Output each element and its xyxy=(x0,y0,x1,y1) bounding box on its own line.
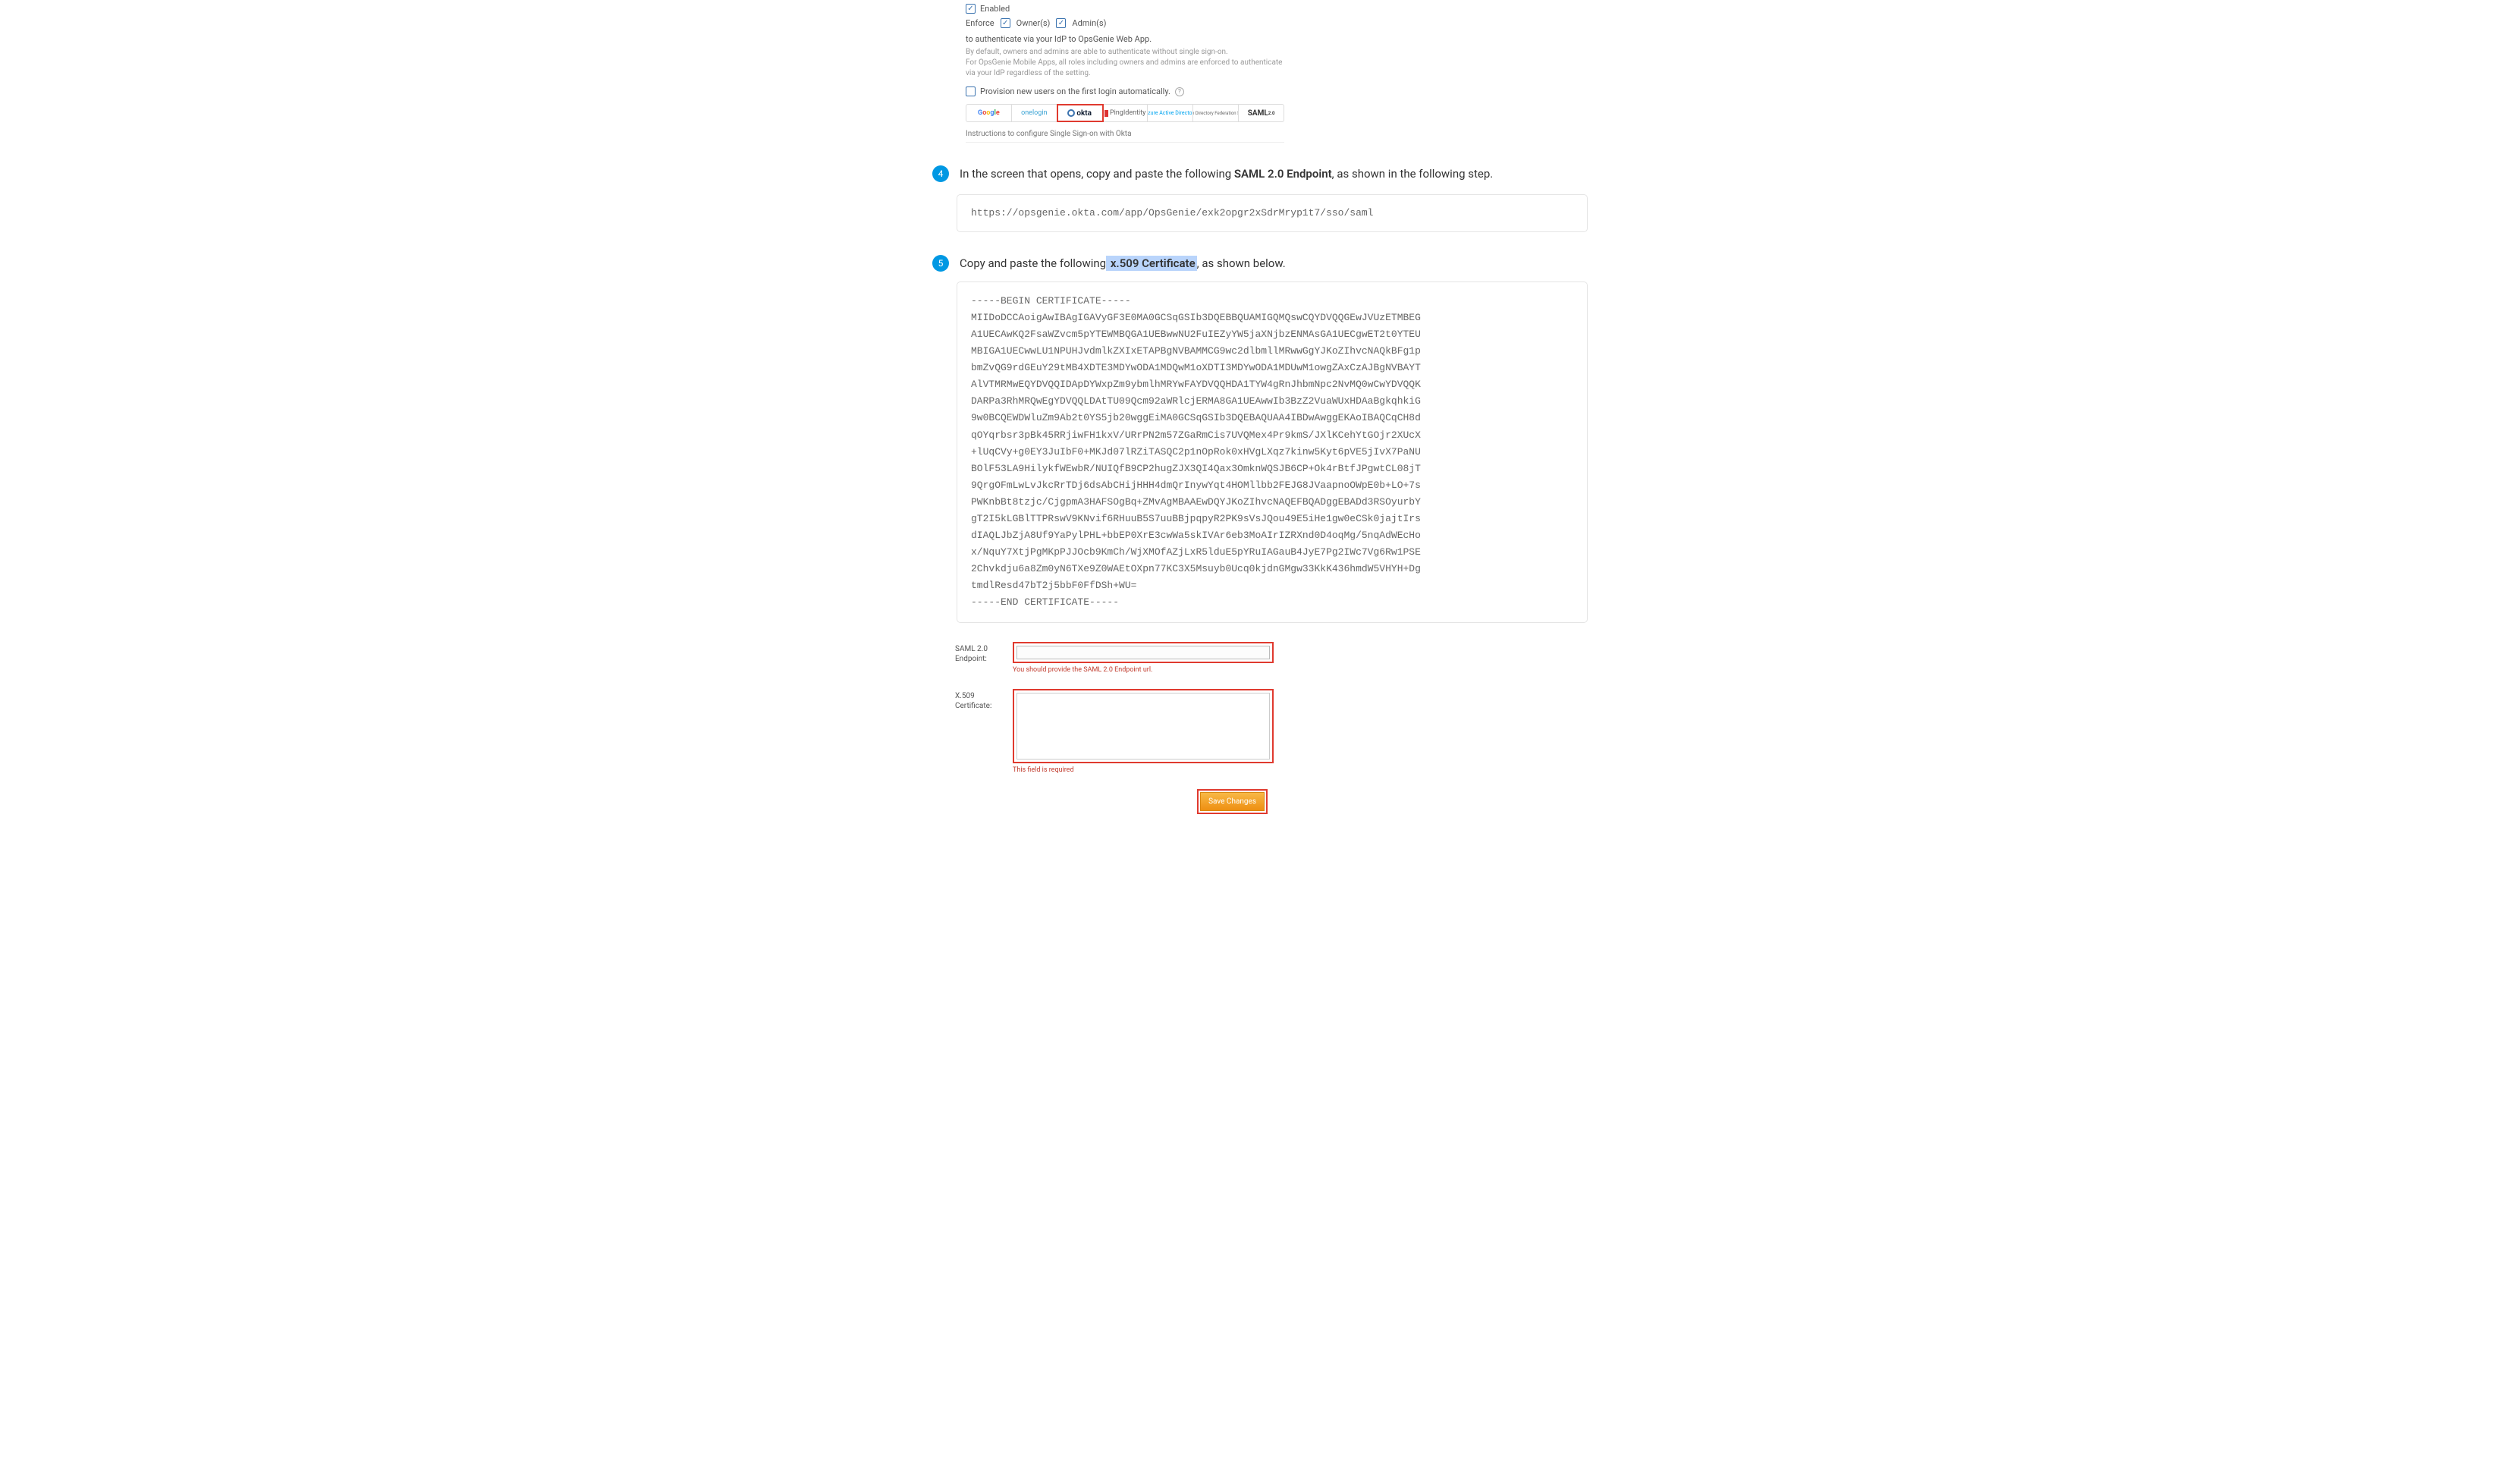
provider-ping[interactable]: PingIdentity xyxy=(1103,105,1148,121)
cert-textarea[interactable] xyxy=(1016,693,1270,760)
endpoint-code[interactable]: https://opsgenie.okta.com/app/OpsGenie/e… xyxy=(957,194,1588,233)
step-4-text: In the screen that opens, copy and paste… xyxy=(960,165,1493,183)
instructions-text: Instructions to configure Single Sign-on… xyxy=(966,130,1284,138)
cert-hint: This field is required xyxy=(1013,766,1274,774)
save-highlight: Save Changes xyxy=(1197,789,1268,814)
endpoint-field-label: SAML 2.0 Endpoint: xyxy=(955,642,1002,664)
provider-tabs: Google onelogin okta PingIdentity Azure … xyxy=(966,104,1284,122)
cert-highlight xyxy=(1013,689,1274,763)
step-4-badge: 4 xyxy=(932,165,949,182)
form-screenshot: SAML 2.0 Endpoint: You should provide th… xyxy=(955,642,1274,814)
certificate-code[interactable]: -----BEGIN CERTIFICATE----- MIIDoDCCAoig… xyxy=(957,281,1588,623)
admin-checkbox[interactable]: ✓ xyxy=(1056,18,1066,28)
owner-checkbox[interactable]: ✓ xyxy=(1001,18,1010,28)
provision-label: Provision new users on the first login a… xyxy=(980,86,1170,96)
enabled-label: Enabled xyxy=(980,4,1010,14)
step-5-badge: 5 xyxy=(932,255,949,272)
note-1: By default, owners and admins are able t… xyxy=(966,47,1284,58)
enabled-checkbox[interactable]: ✓ xyxy=(966,4,976,14)
provider-adfs[interactable]: Active Directory Federation Services xyxy=(1193,105,1239,121)
note-2: For OpsGenie Mobile Apps, all roles incl… xyxy=(966,58,1284,79)
endpoint-highlight xyxy=(1013,642,1274,663)
enforce-tail: to authenticate via your IdP to OpsGenie… xyxy=(966,34,1152,44)
owner-label: Owner(s) xyxy=(1016,18,1051,28)
endpoint-hint: You should provide the SAML 2.0 Endpoint… xyxy=(1013,666,1274,674)
help-icon[interactable]: ? xyxy=(1175,87,1184,96)
provider-saml[interactable]: SAML2.0 xyxy=(1239,105,1284,121)
admin-label: Admin(s) xyxy=(1072,18,1106,28)
provision-checkbox[interactable]: ✓ xyxy=(966,86,976,96)
step-5-text: Copy and paste the following x.509 Certi… xyxy=(960,255,1286,272)
sso-config-screenshot: ✓ Enabled Enforce ✓ Owner(s) ✓ Admin(s) … xyxy=(966,4,1284,143)
endpoint-input[interactable] xyxy=(1016,646,1270,659)
provider-onelogin[interactable]: onelogin xyxy=(1012,105,1057,121)
save-changes-button[interactable]: Save Changes xyxy=(1200,792,1265,811)
enforce-label: Enforce xyxy=(966,18,994,28)
provider-azure[interactable]: Azure Active Directory xyxy=(1148,105,1193,121)
cert-field-label: X.509 Certificate: xyxy=(955,689,1002,711)
provider-google[interactable]: Google xyxy=(966,105,1012,121)
provider-okta[interactable]: okta xyxy=(1057,105,1103,121)
